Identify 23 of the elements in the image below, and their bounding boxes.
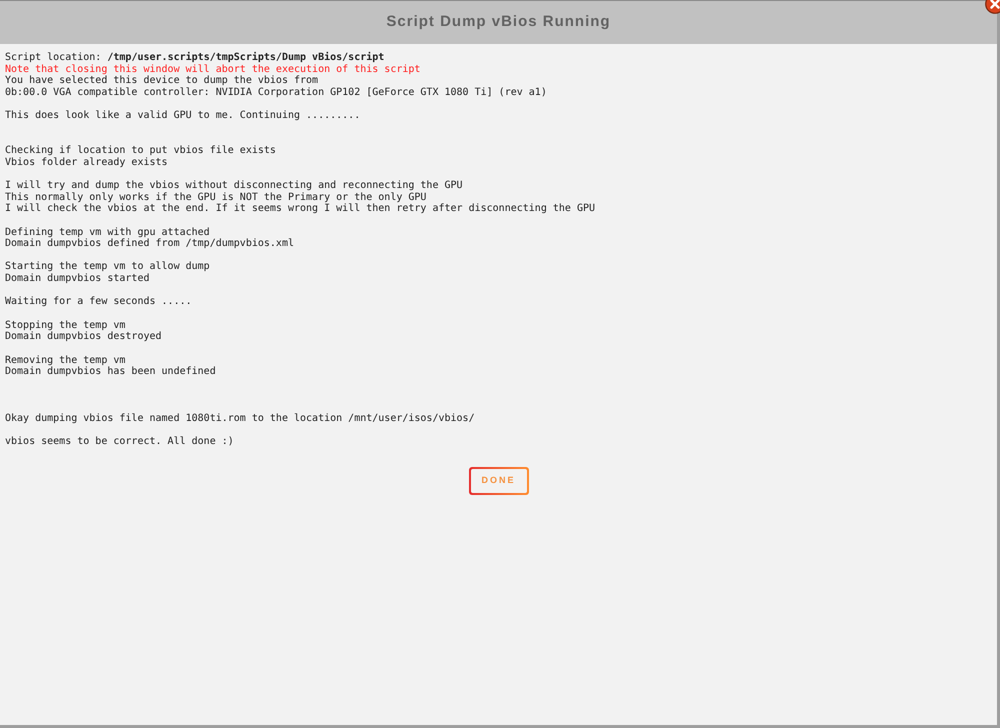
output-line: Domain dumpvbios destroyed <box>5 331 162 343</box>
output-line: I will check the vbios at the end. If it seems wrong I will then retry after disconnecting the GPU <box>5 203 596 215</box>
dialog-title: Script Dump vBios Running <box>386 12 611 32</box>
output-line: Removing the temp vm <box>5 354 126 366</box>
output-line: Defining temp vm with gpu attached <box>5 226 210 238</box>
warning-line: Note that closing this window will abort the execution of this script <box>5 64 420 75</box>
output-line: Waiting for a few seconds ..... <box>5 296 192 308</box>
output-line: vbios seems to be correct. All done :) <box>5 436 234 448</box>
output-line: This normally only works if the GPU is NOT the Primary or the only GPU <box>5 192 426 203</box>
output-line: Vbios folder already exists <box>5 156 168 168</box>
output-line: Domain dumpvbios has been undefined <box>5 366 216 378</box>
output-line: 0b:00.0 VGA compatible controller: NVIDIA Corporation GP102 [GeForce GTX 1080 Ti] (rev a1) <box>5 86 547 99</box>
output-line: You have selected this device to dump the vbios from <box>5 75 318 87</box>
output-line: Domain dumpvbios started <box>5 273 150 285</box>
output-line: Script location: /tmp/user.scripts/tmpScripts/Dump vBios/script <box>5 52 384 64</box>
output-line: Okay dumping vbios file named 1080ti.rom to the location /mnt/user/isos/vbios/ <box>5 412 475 424</box>
output-line: Checking if location to put vbios file exists <box>5 145 276 157</box>
output-line: I will try and dump the vbios without disconnecting and reconnecting the GPU <box>5 180 463 192</box>
output-line: Stopping the temp vm <box>5 320 126 331</box>
done-button[interactable]: DONE <box>468 466 528 495</box>
output-line: Starting the temp vm to allow dump <box>5 261 210 273</box>
output-line: Domain dumpvbios defined from /tmp/dumpvbios.xml <box>5 238 294 250</box>
output-line: This does look like a valid GPU to me. Continuing ......... <box>5 110 360 122</box>
